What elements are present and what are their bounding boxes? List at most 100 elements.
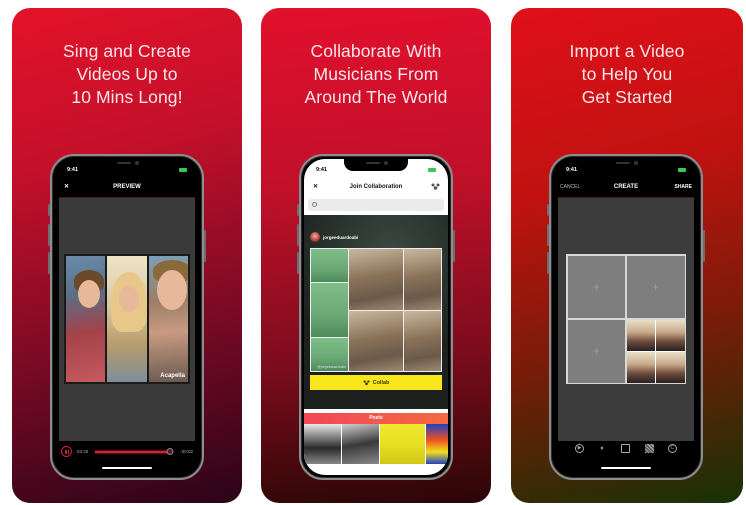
volume-up-button <box>297 224 299 246</box>
copyright-icon[interactable]: C <box>667 443 677 453</box>
avatar[interactable] <box>310 232 320 242</box>
plus-icon: + <box>652 279 660 294</box>
video-thumbnail <box>626 319 656 351</box>
promo-panel-sing-create: Sing and Create Videos Up to 10 Mins Lon… <box>12 8 242 503</box>
scrubber-knob[interactable] <box>166 448 174 455</box>
battery-icon <box>179 168 187 172</box>
power-button <box>204 230 206 262</box>
volume-down-button <box>547 252 549 274</box>
battery-icon <box>428 168 436 172</box>
panel-headline: Import a Video to Help You Get Started <box>511 40 743 109</box>
phone-mockup: 9:41 ✕ Join Collaboration jorgeeduardoab… <box>297 154 455 480</box>
preview-area: Acapella <box>59 197 195 441</box>
nav-bar: CANCEL CREATE SHARE <box>554 181 698 195</box>
status-time: 9:41 <box>316 167 328 173</box>
posts-header[interactable]: Posts <box>304 413 448 424</box>
headline-line: Sing and Create <box>63 41 191 61</box>
pattern-icon[interactable] <box>644 443 654 453</box>
status-time: 9:41 <box>566 167 578 173</box>
username[interactable]: jorgeeduardoabi <box>323 235 358 240</box>
empty-video-slot[interactable]: + <box>626 255 685 319</box>
post-thumbnail[interactable] <box>380 424 425 464</box>
power-button <box>703 230 705 262</box>
panel-headline: Sing and Create Videos Up to 10 Mins Lon… <box>12 40 242 109</box>
volume-up-button <box>547 224 549 246</box>
video-tile <box>311 283 349 337</box>
video-tile: Acapella <box>148 256 188 382</box>
video-tile <box>403 310 441 371</box>
video-thumbnail <box>656 319 685 351</box>
video-tile: @jorgeeduardoabi <box>311 337 349 371</box>
remaining-time: -00:02 <box>180 449 193 454</box>
collaboration-feed: jorgeeduardoabi @jorgeeduardoabi Collab <box>304 215 448 409</box>
home-indicator <box>601 467 651 469</box>
layout-icon[interactable] <box>621 443 631 453</box>
volume-down-button <box>297 252 299 274</box>
user-row[interactable]: jorgeeduardoabi <box>310 231 358 243</box>
headline-line: Videos Up to <box>76 64 178 84</box>
collab-group-icon <box>363 379 370 385</box>
phone-screen-preview: 9:41 ✕ PREVIEW Acapella 03:25 -00:02 <box>55 159 199 475</box>
headline-line: Around The World <box>304 87 448 107</box>
headline-line: Musicians From <box>313 64 439 84</box>
empty-video-slot[interactable]: + <box>567 319 626 383</box>
mute-switch <box>297 204 299 216</box>
phone-notch <box>95 159 159 171</box>
headline-line: Collaborate With <box>310 41 442 61</box>
elapsed-time: 03:25 <box>77 449 89 454</box>
headline-line: 10 Mins Long! <box>71 87 183 107</box>
video-collage[interactable]: Acapella <box>64 254 190 384</box>
promo-panel-collaborate: Collaborate With Musicians From Around T… <box>261 8 491 503</box>
phone-mockup: 9:41 CANCEL CREATE SHARE + + + ▶ 🔈︎ C <box>547 154 705 480</box>
power-button <box>453 230 455 262</box>
battery-icon <box>678 168 686 172</box>
mute-switch <box>48 204 50 216</box>
nav-bar: ✕ Join Collaboration <box>304 181 448 195</box>
mute-switch <box>547 204 549 216</box>
video-tile <box>66 256 106 382</box>
post-thumbnail[interactable] <box>425 424 448 464</box>
headline-line: Get Started <box>581 87 673 107</box>
imported-video-slot[interactable] <box>626 319 685 383</box>
nav-title: Join Collaboration <box>349 184 403 190</box>
volume-down-button <box>48 252 50 274</box>
volume-up-button <box>48 224 50 246</box>
post-thumbnail[interactable] <box>342 424 380 464</box>
plus-icon: + <box>592 344 600 359</box>
phone-screen-join-collaboration: 9:41 ✕ Join Collaboration jorgeeduardoab… <box>304 159 448 475</box>
collab-button[interactable]: Collab <box>310 375 442 390</box>
phone-mockup: 9:41 ✕ PREVIEW Acapella 03:25 -00:02 <box>48 154 206 480</box>
phone-notch <box>344 159 408 171</box>
play-icon[interactable]: ▶ <box>575 443 585 453</box>
create-area: + + + <box>558 197 694 441</box>
phone-screen-create: 9:41 CANCEL CREATE SHARE + + + ▶ 🔈︎ C <box>554 159 698 475</box>
video-label: Acapella <box>160 373 185 379</box>
headline-line: Import a Video <box>569 41 685 61</box>
collab-button-label: Collab <box>372 379 390 386</box>
video-tile <box>403 249 441 310</box>
promo-panel-import-video: Import a Video to Help You Get Started 9… <box>511 8 743 503</box>
status-time: 9:41 <box>67 167 79 173</box>
video-thumbnail <box>626 351 656 383</box>
plus-icon: + <box>592 279 600 294</box>
playback-scrubber[interactable] <box>95 448 174 455</box>
panel-headline: Collaborate With Musicians From Around T… <box>261 40 491 109</box>
home-indicator <box>102 467 152 469</box>
collab-group-icon[interactable] <box>431 183 440 193</box>
search-input[interactable] <box>308 199 444 211</box>
share-button[interactable]: SHARE <box>674 184 692 190</box>
video-tile <box>349 310 403 371</box>
empty-video-slot[interactable]: + <box>567 255 626 319</box>
watermark: @jorgeeduardoabi <box>317 365 347 369</box>
playback-controls: 03:25 -00:02 <box>55 445 199 459</box>
volume-icon[interactable]: 🔈︎ <box>598 444 607 453</box>
posts-thumbnails <box>304 424 448 464</box>
collab-video-grid[interactable]: @jorgeeduardoabi <box>310 248 442 372</box>
video-tile <box>311 249 349 283</box>
video-tile <box>107 256 147 382</box>
editor-toolbar: ▶ 🔈︎ C <box>554 441 698 455</box>
phone-notch <box>594 159 658 171</box>
pause-icon[interactable] <box>61 446 72 457</box>
video-tile <box>349 249 403 310</box>
post-thumbnail[interactable] <box>304 424 342 464</box>
